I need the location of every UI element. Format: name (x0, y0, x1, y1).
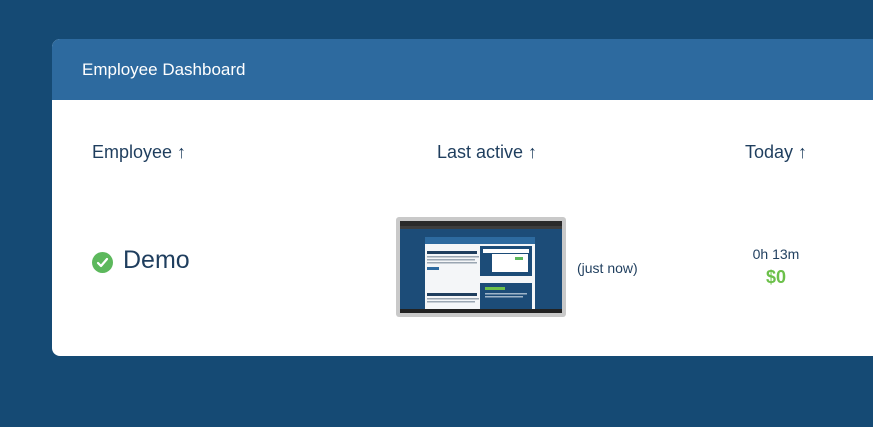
dashboard-header: Employee Dashboard (52, 39, 873, 100)
today-amount: $0 (765, 267, 787, 287)
online-check-icon (92, 252, 113, 273)
screenshot-preview-image (400, 221, 562, 313)
employee-row: Demo (92, 246, 190, 275)
last-active-time: (just now) (577, 260, 638, 276)
column-header-today[interactable]: Today ↑ (745, 142, 807, 163)
dashboard-title: Employee Dashboard (82, 59, 246, 79)
screenshot-thumbnail[interactable] (396, 217, 566, 317)
column-header-last-active[interactable]: Last active ↑ (437, 142, 537, 163)
employee-name[interactable]: Demo (123, 246, 190, 275)
today-time: 0h 13m (752, 246, 800, 262)
column-header-employee[interactable]: Employee ↑ (92, 142, 186, 163)
dashboard-card: Employee Dashboard Employee ↑ Last activ… (52, 39, 873, 356)
